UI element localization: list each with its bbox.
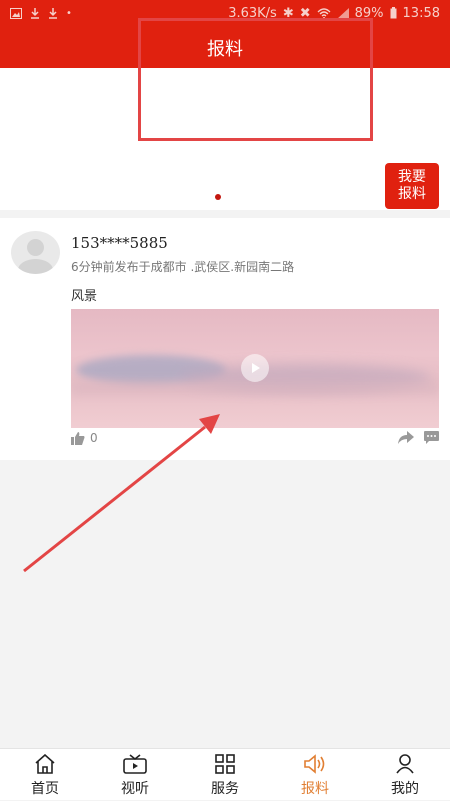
tab-report[interactable]: 报料 — [270, 749, 360, 801]
mist-shape — [71, 381, 439, 395]
grid-icon — [215, 754, 235, 774]
mute-icon: ✖ — [299, 5, 311, 21]
tab-mine[interactable]: 我的 — [360, 749, 450, 801]
battery-icon — [390, 7, 397, 19]
status-right: 3.63K/s ✱ ✖ 89% 13:58 — [228, 6, 440, 21]
thumbs-up-icon — [71, 431, 85, 445]
status-left-icons: • — [10, 7, 72, 19]
speaker-icon — [304, 754, 325, 774]
tab-report-label: 报料 — [301, 781, 329, 797]
avatar[interactable] — [11, 231, 60, 274]
report-button-line1: 我要 — [398, 169, 426, 185]
tab-services[interactable]: 服务 — [180, 749, 270, 801]
home-icon — [35, 754, 55, 774]
avatar-head-shape — [27, 239, 44, 256]
post-meta: 6分钟前发布于成都市 .武侯区.新园南二路 — [71, 260, 295, 274]
video-thumbnail[interactable] — [71, 309, 439, 428]
tab-home[interactable]: 首页 — [0, 749, 90, 801]
post-text: 风景 — [71, 289, 98, 304]
post-actions: 0 — [71, 431, 440, 447]
like-button[interactable]: 0 — [71, 431, 98, 445]
status-bar: • 3.63K/s ✱ ✖ 89% 13:58 — [0, 0, 450, 26]
image-notification-icon — [10, 7, 22, 19]
share-button[interactable] — [398, 431, 414, 447]
comment-button[interactable] — [424, 431, 439, 447]
banner-page-indicator — [215, 194, 221, 200]
like-count: 0 — [90, 431, 98, 445]
report-button[interactable]: 我要 报料 — [385, 163, 439, 209]
play-icon[interactable] — [241, 354, 269, 382]
tab-audio-video[interactable]: 视听 — [90, 749, 180, 801]
post-card[interactable]: 153****5885 6分钟前发布于成都市 .武侯区.新园南二路 风景 0 — [0, 218, 450, 460]
battery-level: 89% — [354, 5, 384, 21]
tab-services-label: 服务 — [211, 781, 239, 797]
avatar-body-shape — [18, 259, 53, 274]
report-button-line2: 报料 — [398, 186, 426, 202]
notification-dot-icon: • — [66, 7, 72, 19]
person-icon — [396, 754, 414, 774]
bottom-tab-bar: 首页 视听 服务 报料 我的 — [0, 748, 450, 800]
clock: 13:58 — [402, 5, 440, 21]
share-icon — [398, 431, 414, 444]
banner[interactable] — [0, 68, 450, 210]
post-username[interactable]: 153****5885 — [71, 234, 168, 252]
network-speed: 3.63K/s — [228, 5, 277, 21]
wifi-icon — [317, 7, 331, 19]
tab-mine-label: 我的 — [391, 781, 419, 797]
video-icon — [123, 754, 147, 774]
tab-audio-video-label: 视听 — [121, 781, 149, 797]
download-icon — [31, 8, 39, 19]
download-icon-2 — [49, 8, 57, 19]
signal-icon — [336, 7, 349, 19]
tab-home-label: 首页 — [31, 781, 59, 797]
header: 报料 — [0, 26, 450, 68]
page-title: 报料 — [207, 39, 243, 60]
bluetooth-icon: ✱ — [282, 5, 294, 21]
comment-icon — [424, 431, 439, 444]
